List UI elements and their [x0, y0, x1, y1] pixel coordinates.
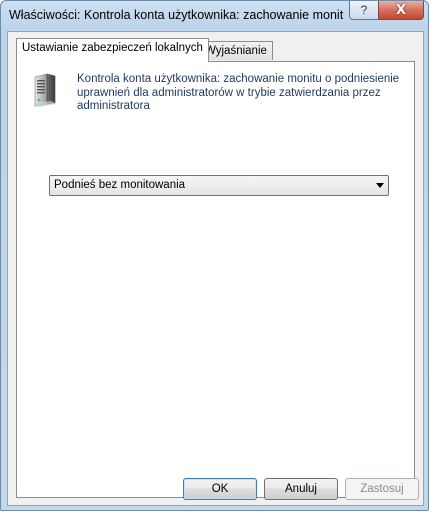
window-title: Właściwości: Kontrola konta użytkownika:…: [9, 8, 344, 22]
help-button[interactable]: ?: [349, 1, 379, 20]
apply-button[interactable]: Zastosuj: [345, 478, 419, 500]
title-bar[interactable]: Właściwości: Kontrola konta użytkownika:…: [1, 1, 428, 31]
ok-button[interactable]: OK: [183, 478, 257, 500]
dialog-client-area: Ustawianie zabezpieczeń lokalnych Wyjaśn…: [7, 31, 424, 506]
selected-option: Podnieś bez monitowania: [54, 179, 186, 191]
chevron-down-icon[interactable]: [376, 183, 384, 188]
properties-dialog: Właściwości: Kontrola konta użytkownika:…: [0, 0, 429, 511]
close-button[interactable]: X: [378, 1, 424, 20]
close-icon: X: [395, 2, 407, 18]
tab-explain[interactable]: Wyjaśnianie: [199, 41, 273, 60]
elevation-behavior-select[interactable]: Podnieś bez monitowania: [49, 175, 389, 196]
server-icon: [33, 73, 57, 107]
policy-description: Kontrola konta użytkownika: zachowanie m…: [77, 73, 400, 112]
cancel-button[interactable]: Anuluj: [264, 478, 338, 500]
help-icon: ?: [360, 3, 368, 17]
tab-panel: Kontrola konta użytkownika: zachowanie m…: [16, 61, 415, 498]
tab-local-security-setting[interactable]: Ustawianie zabezpieczeń lokalnych: [16, 38, 209, 62]
